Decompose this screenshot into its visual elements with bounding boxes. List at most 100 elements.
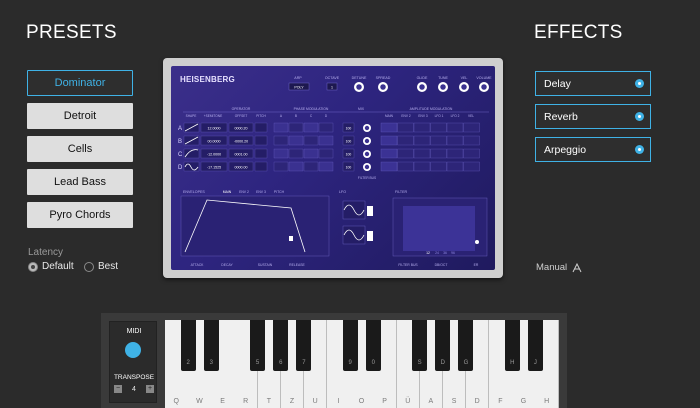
preset-button[interactable]: Lead Bass [27,169,133,195]
black-key[interactable]: 0 [365,320,381,371]
amp-mod-cell[interactable] [397,161,414,172]
phase-mod-cell[interactable] [273,135,289,146]
effect-toggle[interactable]: Arpeggio [535,137,651,162]
amp-mod-cell[interactable] [430,135,447,146]
key-label: I [337,398,340,405]
env-tab: PITCH [274,190,285,194]
black-key[interactable]: 3 [203,320,219,371]
amp-mod-cell[interactable] [446,148,464,159]
phase-mod-cell[interactable] [318,148,334,159]
amp-mod-cell[interactable] [413,122,431,133]
transpose-minus-button[interactable]: − [114,385,122,393]
black-key[interactable]: 9 [342,320,358,371]
amp-mod-cell[interactable] [397,148,414,159]
effect-toggle[interactable]: Reverb [535,104,651,129]
knob-center-icon [380,84,386,90]
midi-icon[interactable] [125,342,141,358]
knob-center-icon [356,84,362,90]
amp-mod-cell[interactable] [463,161,480,172]
amp-mod-cell[interactable] [413,148,431,159]
pitch-field[interactable] [254,122,268,133]
shape-cell [183,161,200,172]
filter-cutoff-handle[interactable] [475,240,479,244]
phase-mod-cell[interactable] [273,148,289,159]
latency-default-radio[interactable]: Default [28,261,74,272]
amp-mod-cell[interactable] [413,161,431,172]
knob-center-icon [440,84,446,90]
preset-button[interactable]: Cells [27,136,133,162]
black-key[interactable]: J [527,320,543,371]
section-label: PHASE MODULATION [294,107,329,111]
preset-button[interactable]: Dominator [27,70,133,96]
filter-footer-label: DB/OCT [435,263,448,267]
phase-mod-cell[interactable] [318,135,334,146]
amp-mod-cell[interactable] [397,122,414,133]
preset-button[interactable]: Pyro Chords [27,202,133,228]
amp-mod-cell[interactable] [430,122,447,133]
lfo2-rate[interactable] [367,231,373,241]
amp-mod-cell[interactable] [430,161,447,172]
black-key[interactable]: 7 [296,320,312,371]
semitone-value: -17.1525 [207,166,221,170]
phase-mod-cell[interactable] [318,122,334,133]
mix-value: 100 [346,166,352,170]
manual-label: Manual [536,262,568,273]
latency-best-label: Best [98,261,119,272]
pitch-field[interactable] [254,148,268,159]
phase-mod-cell[interactable] [288,148,304,159]
amp-mod-cell[interactable] [463,122,480,133]
amp-mod-cell[interactable] [446,135,464,146]
amp-mod-cell[interactable] [380,135,398,146]
phase-mod-cell[interactable] [303,122,319,133]
amp-mod-cell[interactable] [430,148,447,159]
phase-mod-cell[interactable] [303,161,319,172]
phase-mod-cell[interactable] [303,148,319,159]
lfo1-rate[interactable] [367,206,373,216]
black-key[interactable]: S [412,320,428,371]
amp-mod-cell[interactable] [380,161,398,172]
key-label: J [533,360,537,366]
black-key[interactable]: H [504,320,520,371]
knob-center-icon [364,164,370,170]
offset-value: 0000.20 [235,127,248,131]
black-key[interactable]: D [435,320,451,371]
black-key[interactable]: G [458,320,474,371]
manual-link[interactable]: Manual [536,262,582,273]
top-control-label: ARP [294,76,302,80]
amp-mod-cell[interactable] [380,148,398,159]
knob-center-icon [481,84,487,90]
amp-mod-cell[interactable] [413,135,431,146]
pitch-field[interactable] [254,161,268,172]
phase-mod-cell[interactable] [318,161,334,172]
amp-mod-cell[interactable] [446,122,464,133]
phase-mod-cell[interactable] [273,161,289,172]
filter-slope-option: 96 [451,251,455,255]
amp-mod-cell[interactable] [463,148,480,159]
preset-button[interactable]: Detroit [27,103,133,129]
phase-mod-cell[interactable] [288,135,304,146]
transpose-plus-button[interactable]: + [146,385,154,393]
pitch-field[interactable] [254,135,268,146]
top-control-label: TUNE [438,76,448,80]
latency-best-radio[interactable]: Best [84,261,118,272]
phase-mod-cell[interactable] [288,122,304,133]
amp-mod-cell[interactable] [463,135,480,146]
amp-mod-cell[interactable] [397,135,414,146]
phase-mod-cell[interactable] [273,122,289,133]
black-key[interactable]: 2 [180,320,196,371]
effect-toggle[interactable]: Delay [535,71,651,96]
amp-mod-cell[interactable] [380,122,398,133]
env-tab: MAIN [223,190,232,194]
sustain-handle[interactable] [289,236,293,241]
black-key[interactable]: 6 [273,320,289,371]
phase-mod-cell[interactable] [303,135,319,146]
black-key[interactable]: 5 [250,320,266,371]
amp-mod-cell[interactable] [446,161,464,172]
phase-mod-cell[interactable] [288,161,304,172]
synth-controls[interactable]: ARP OCTAVE DETUNE SPREAD GLIDE TUNE VEL VOLUME P… [171,66,495,270]
key-label: W [196,398,203,405]
mix-value: 100 [346,140,352,144]
key-label: 5 [255,360,260,366]
operator-name: C [178,152,183,158]
latency-label: Latency [28,247,64,258]
